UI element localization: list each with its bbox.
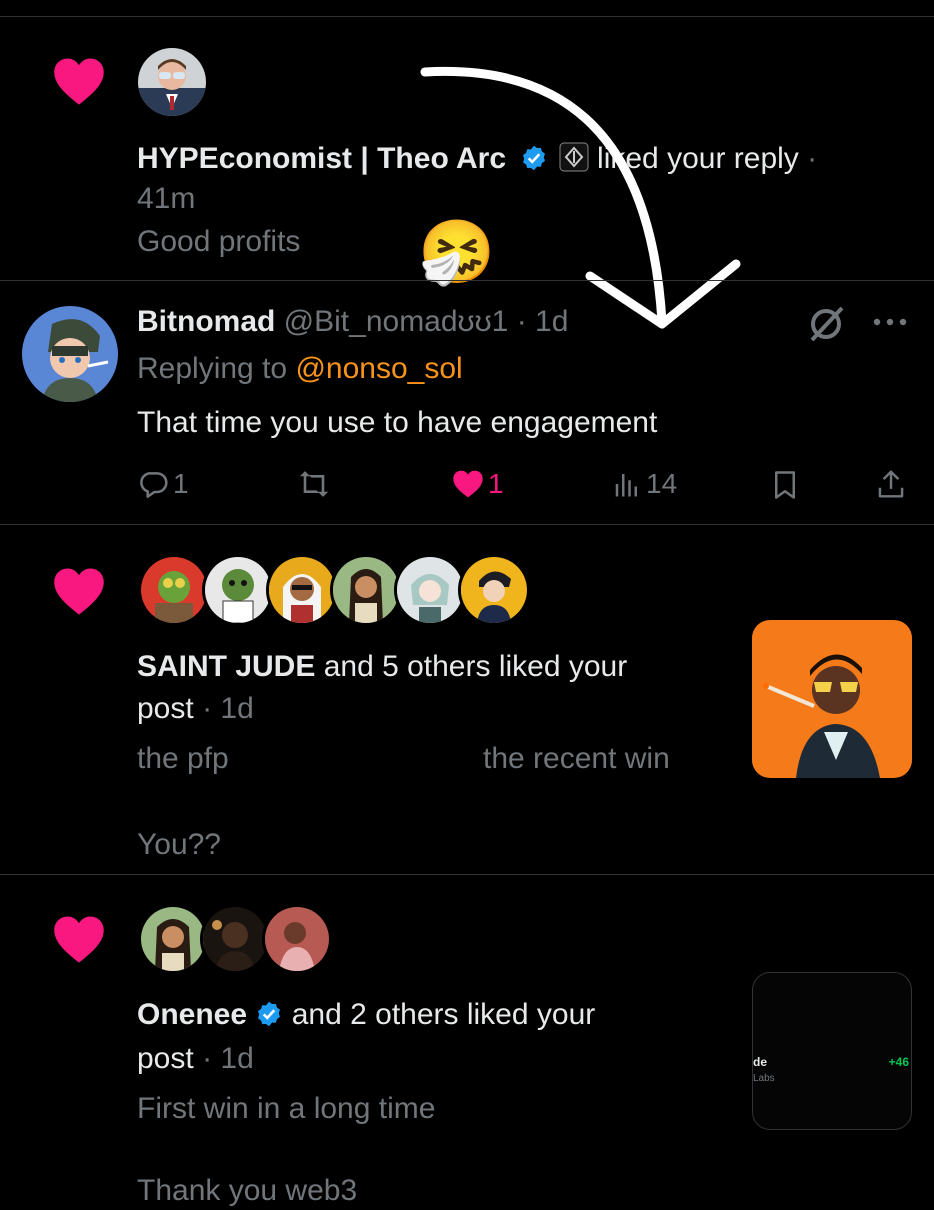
separator: · (202, 1042, 213, 1075)
post-snippet-part2: Thank you web3 (137, 1174, 358, 1207)
bookmark-icon[interactable] (772, 470, 798, 500)
share-icon[interactable] (876, 468, 906, 500)
thumb-text-right: +46 (888, 1055, 909, 1069)
avatar[interactable] (394, 554, 466, 626)
mention-link[interactable]: @nonso_sol (295, 352, 462, 385)
action-text-cont: post (137, 692, 194, 725)
post-snippet: Good profits (137, 225, 301, 258)
action-text: and 2 others liked your (283, 998, 596, 1031)
sneezing-face-emoji: 🤧 (418, 218, 496, 287)
thumb-text-left: de (753, 1055, 768, 1069)
post-thumbnail[interactable]: de Labs +46 (752, 972, 912, 1130)
notification-text-line2: post · 1d (137, 1040, 254, 1078)
timestamp[interactable]: 41m (137, 180, 195, 218)
separator: · (516, 305, 527, 338)
reply-count: 1 (173, 468, 189, 499)
post-snippet-part2: the recent win (483, 742, 670, 775)
post-snippet-part3: You?? (137, 828, 221, 861)
avatar[interactable] (330, 554, 402, 626)
verified-badge-icon (255, 1000, 283, 1038)
separator: · (807, 142, 818, 175)
repost-icon (299, 471, 329, 497)
action-text-cont: post (137, 1042, 194, 1075)
notification-text: Onenee and 2 others liked your (137, 996, 595, 1038)
avatar[interactable] (138, 904, 208, 974)
grok-icon[interactable] (806, 304, 846, 344)
tweet-text: That time you use to have engagement (137, 406, 658, 439)
notification-text-line2: post · 1d (137, 690, 254, 728)
avatar[interactable] (138, 48, 206, 116)
reply-icon (140, 472, 168, 498)
notification-text: SAINT JUDE and 5 others liked your (137, 648, 627, 686)
action-text: and 5 others liked your (315, 650, 628, 683)
thumb-text-sub: Labs (753, 1073, 775, 1084)
user-handle[interactable]: @Bit_nomadʊʊ1 (284, 305, 509, 338)
avatar[interactable] (22, 306, 118, 402)
post-thumbnail[interactable] (752, 620, 912, 778)
timestamp[interactable]: 1d (220, 1042, 253, 1075)
avatar[interactable] (458, 554, 530, 626)
more-options-icon[interactable] (870, 314, 910, 330)
avatar[interactable] (138, 554, 210, 626)
timestamp[interactable]: 1d (220, 692, 253, 725)
divider (0, 280, 934, 281)
avatar[interactable] (202, 554, 274, 626)
avatar[interactable] (266, 554, 338, 626)
like-count: 1 (488, 468, 504, 499)
post-snippet-part1: First win in a long time (137, 1092, 436, 1125)
like-button[interactable]: 1 (452, 468, 504, 500)
post-snippet-part1: the pfp (137, 742, 229, 775)
avatar[interactable] (200, 904, 270, 974)
views-button[interactable]: 14 (612, 468, 677, 500)
divider-top (0, 16, 934, 17)
heart-icon (54, 916, 104, 963)
replying-prefix: Replying to (137, 352, 296, 385)
divider (0, 874, 934, 875)
views-icon (615, 474, 637, 497)
replying-to: Replying to @nonso_sol (137, 350, 463, 388)
repost-button[interactable] (296, 468, 332, 500)
avatar[interactable] (262, 904, 332, 974)
heart-filled-icon (453, 470, 483, 498)
separator: · (202, 692, 213, 725)
user-name[interactable]: Bitnomad (137, 305, 275, 338)
heart-icon (54, 568, 104, 615)
views-count: 14 (646, 468, 678, 499)
user-name[interactable]: Onenee (137, 998, 247, 1031)
timestamp[interactable]: 1d (535, 305, 568, 338)
heart-icon (54, 58, 104, 105)
reply-button[interactable]: 1 (137, 468, 189, 500)
divider (0, 524, 934, 525)
user-name[interactable]: SAINT JUDE (137, 650, 315, 683)
reply-header: Bitnomad @Bit_nomadʊʊ1 · 1d (137, 303, 568, 341)
